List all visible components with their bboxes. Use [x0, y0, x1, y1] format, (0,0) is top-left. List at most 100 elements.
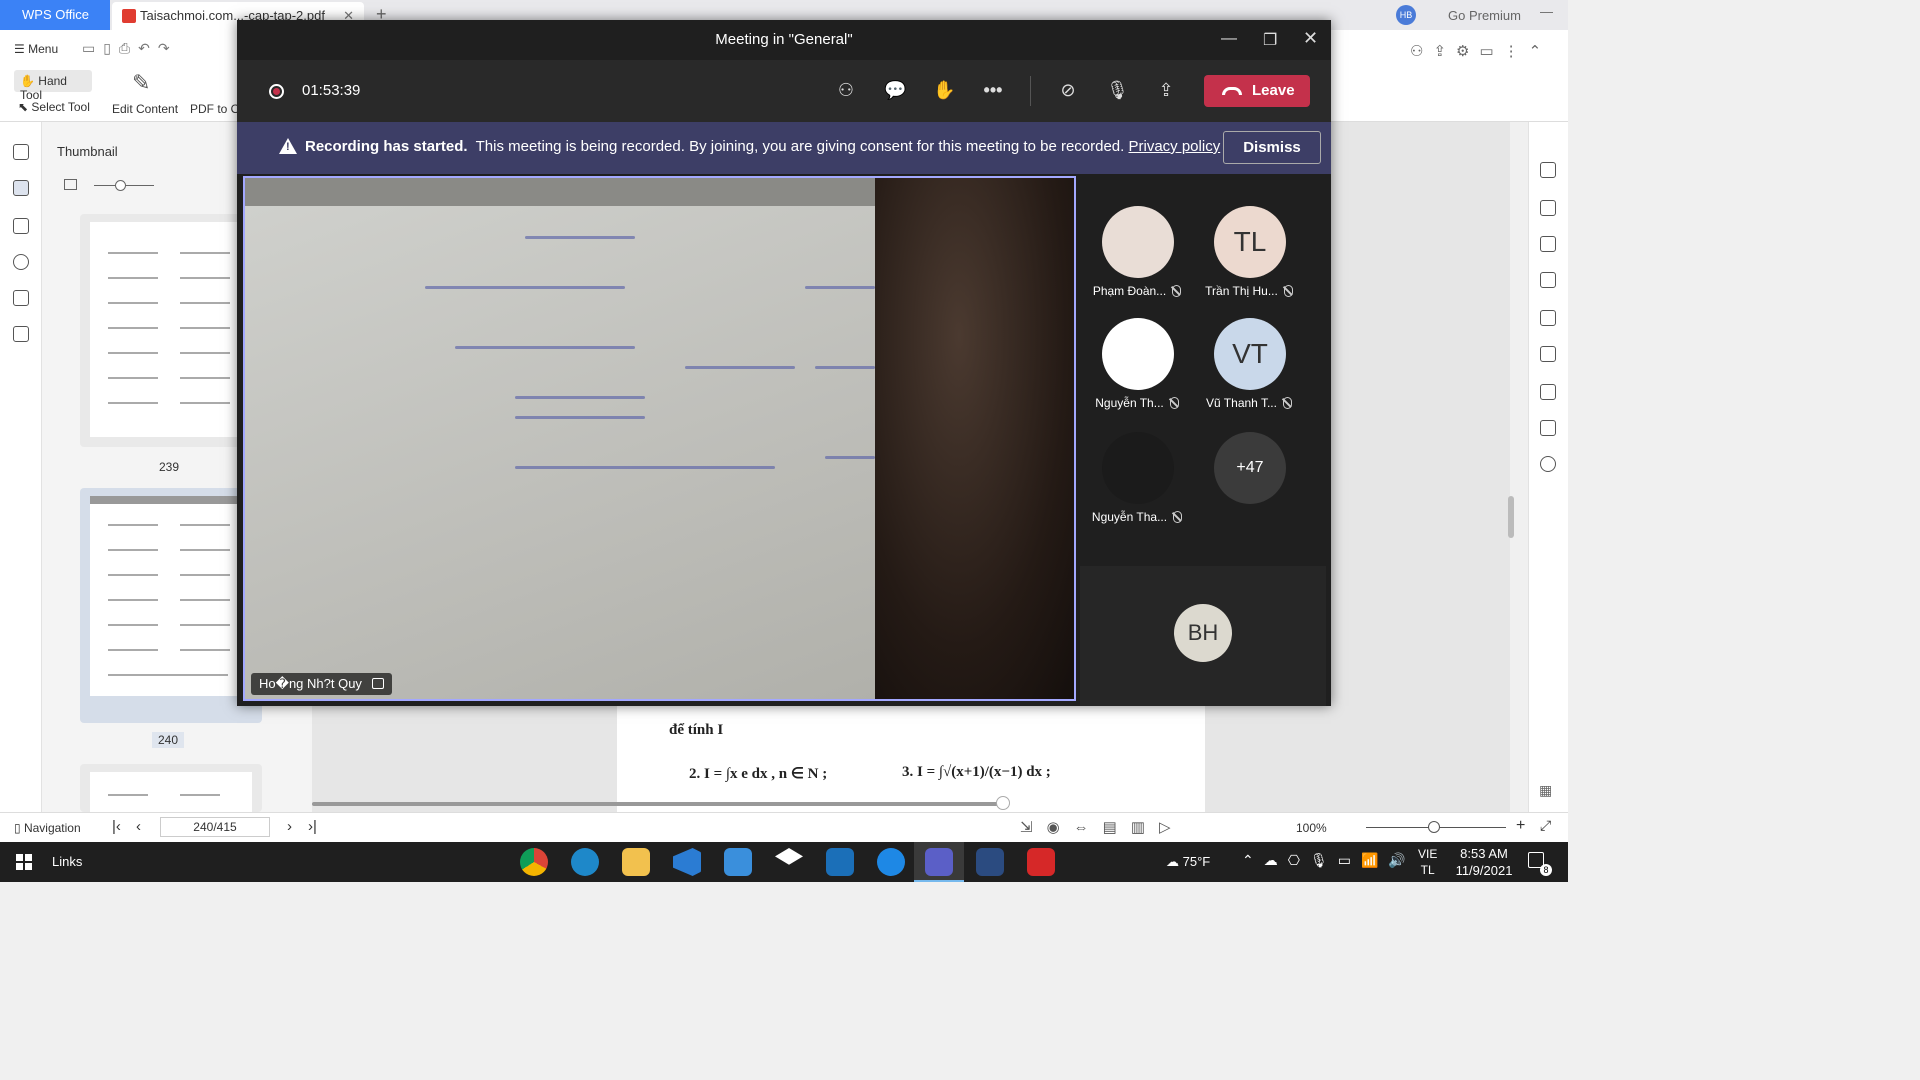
hand-tool-button[interactable]: ✋ Hand Tool [14, 70, 92, 102]
notes-icon[interactable] [1540, 272, 1556, 288]
participant-tile[interactable]: VT Vũ Thanh T... [1194, 288, 1304, 410]
edge-icon[interactable] [571, 848, 599, 876]
form-icon[interactable] [13, 326, 29, 342]
prev-page-button[interactable]: ‹ [136, 818, 141, 835]
print-icon[interactable] [1540, 420, 1556, 436]
layout-icon[interactable] [1540, 346, 1556, 362]
pen-icon[interactable] [1540, 310, 1556, 326]
left-rail [0, 122, 42, 812]
signature-icon[interactable] [13, 290, 29, 306]
fullscreen-icon[interactable]: ⤢ [1540, 817, 1551, 834]
file-explorer-icon[interactable] [622, 848, 650, 876]
minimize-icon[interactable]: — [1540, 4, 1553, 19]
vscode-icon[interactable] [673, 848, 701, 876]
tab-wps-office[interactable]: WPS Office [0, 0, 110, 30]
language-indicator[interactable]: VIE TL [1418, 846, 1437, 878]
zoom-slider-handle[interactable] [1428, 821, 1440, 833]
thumbnail-title: Thumbnail [57, 144, 118, 159]
avatar: VT [1214, 318, 1286, 390]
slider-handle[interactable] [115, 180, 126, 191]
people-icon[interactable]: ⚇ [835, 80, 857, 102]
leave-button[interactable]: Leave [1204, 75, 1310, 107]
comment-icon[interactable] [13, 218, 29, 234]
app-icon[interactable] [826, 848, 854, 876]
export-icon[interactable] [1540, 162, 1556, 178]
main-video-feed[interactable]: Ho�ng Nh?t Quy [243, 176, 1076, 701]
user-avatar[interactable]: HB [1396, 5, 1416, 25]
dismiss-button[interactable]: Dismiss [1223, 131, 1321, 164]
page-input[interactable]: 240/415 [160, 817, 270, 837]
share-screen-icon[interactable]: ⇪ [1155, 80, 1177, 102]
clock-time: 8:53 AM [1460, 846, 1508, 861]
last-page-button[interactable]: ›| [308, 818, 317, 835]
banner-bold: Recording has started. [305, 138, 468, 155]
chrome-icon[interactable] [520, 848, 548, 876]
self-avatar: BH [1174, 604, 1232, 662]
mic-off-icon[interactable]: 🎙 [1106, 80, 1129, 102]
search-icon[interactable] [1540, 456, 1556, 472]
participant-tile[interactable]: Nguyễn Th... [1082, 288, 1192, 410]
horizontal-scrollbar[interactable] [312, 802, 1002, 806]
menu-button[interactable]: ☰ Menu [14, 42, 58, 56]
edit-icon[interactable] [1540, 200, 1556, 216]
vertical-scrollbar[interactable] [1508, 496, 1514, 538]
keyboard-code: TL [1420, 863, 1435, 877]
participant-tile[interactable]: TL Trần Thị Hu... [1194, 176, 1304, 298]
participant-tile[interactable]: Nguyễn Tha... [1082, 402, 1192, 524]
speaker-name-tag: Ho�ng Nh?t Quy [251, 673, 392, 695]
first-page-button[interactable]: |‹ [112, 818, 121, 835]
go-premium-button[interactable]: Go Premium [1448, 8, 1521, 23]
navigation-button[interactable]: ▯ Navigation [14, 821, 81, 835]
thumbnail-page-239[interactable] [80, 214, 262, 447]
self-view-area: BH [1080, 566, 1326, 706]
clock[interactable]: 8:53 AM 11/9/2021 [1454, 845, 1514, 879]
more-options-icon[interactable]: ••• [982, 80, 1004, 102]
grid-icon[interactable]: ▦ [1539, 782, 1552, 799]
pdf-icon [122, 9, 136, 23]
mail-icon[interactable] [724, 848, 752, 876]
participant-tile[interactable]: Phạm Đoàn... [1082, 176, 1192, 298]
wps-icon[interactable] [1027, 848, 1055, 876]
thumbnail-page-240[interactable] [80, 488, 262, 723]
camera-off-icon[interactable]: ⊘ [1057, 80, 1079, 102]
teams-meeting-window: Meeting in "General" — ❐ ✕ 01:53:39 ⚇ 💬 … [237, 20, 1331, 706]
select-tool-button[interactable]: ⬉ Select Tool [18, 100, 90, 114]
controls-divider [1030, 76, 1031, 106]
next-page-button[interactable]: › [287, 818, 292, 835]
zoom-in-icon[interactable]: + [1516, 817, 1525, 835]
doc-line-3: 3. I = ∫√(x+1)/(x−1) dx ; [902, 764, 1051, 780]
maximize-button[interactable]: ❐ [1263, 30, 1277, 50]
chat-icon[interactable]: 💬 [884, 80, 906, 102]
minimize-button[interactable]: — [1221, 30, 1237, 48]
raise-hand-icon[interactable]: ✋ [933, 80, 955, 102]
zoom-value[interactable]: 100% [1296, 821, 1327, 835]
thumbnail-icon[interactable] [13, 180, 29, 196]
participant-name: Nguyễn Tha... [1082, 510, 1192, 524]
scroll-thumb[interactable] [996, 796, 1010, 810]
banner-message: This meeting is being recorded. By joini… [475, 138, 1125, 155]
compress-icon[interactable] [1540, 384, 1556, 400]
view-mode-icons[interactable]: ⇲◉⇔▤▥▷ [1020, 818, 1185, 836]
close-button[interactable]: ✕ [1303, 28, 1318, 49]
edit-content-button[interactable]: Edit Content [112, 102, 178, 116]
links-toolbar[interactable]: Links [52, 854, 82, 869]
tray-icons[interactable]: ⌃☁⎔🎙▭📶🔊 [1242, 852, 1416, 869]
toolbar-right-icons[interactable]: ⚇⇪⚙▭⋮⌃ [1410, 42, 1551, 60]
document-icon[interactable] [1540, 236, 1556, 252]
pin-icon[interactable] [371, 678, 384, 689]
bookmark-icon[interactable] [13, 144, 29, 160]
teams-icon[interactable] [925, 848, 953, 876]
weather-widget[interactable]: ☁ 75°F [1166, 854, 1210, 870]
zalo-icon[interactable] [877, 848, 905, 876]
windows-start-icon[interactable] [16, 854, 32, 870]
attachment-icon[interactable] [13, 254, 29, 270]
privacy-policy-link[interactable]: Privacy policy [1129, 138, 1221, 155]
more-participants-tile[interactable]: +47 [1194, 402, 1304, 512]
meeting-timer: 01:53:39 [302, 82, 361, 99]
dropbox-icon[interactable] [775, 848, 803, 865]
image-icon[interactable] [64, 179, 77, 190]
pdf-to-office-button[interactable]: PDF to Of [190, 102, 243, 116]
quick-access-icons[interactable]: ▭▯⎙↶↷ [82, 40, 178, 57]
dev-icon[interactable] [976, 848, 1004, 876]
thumbnail-page-241[interactable] [80, 764, 262, 812]
